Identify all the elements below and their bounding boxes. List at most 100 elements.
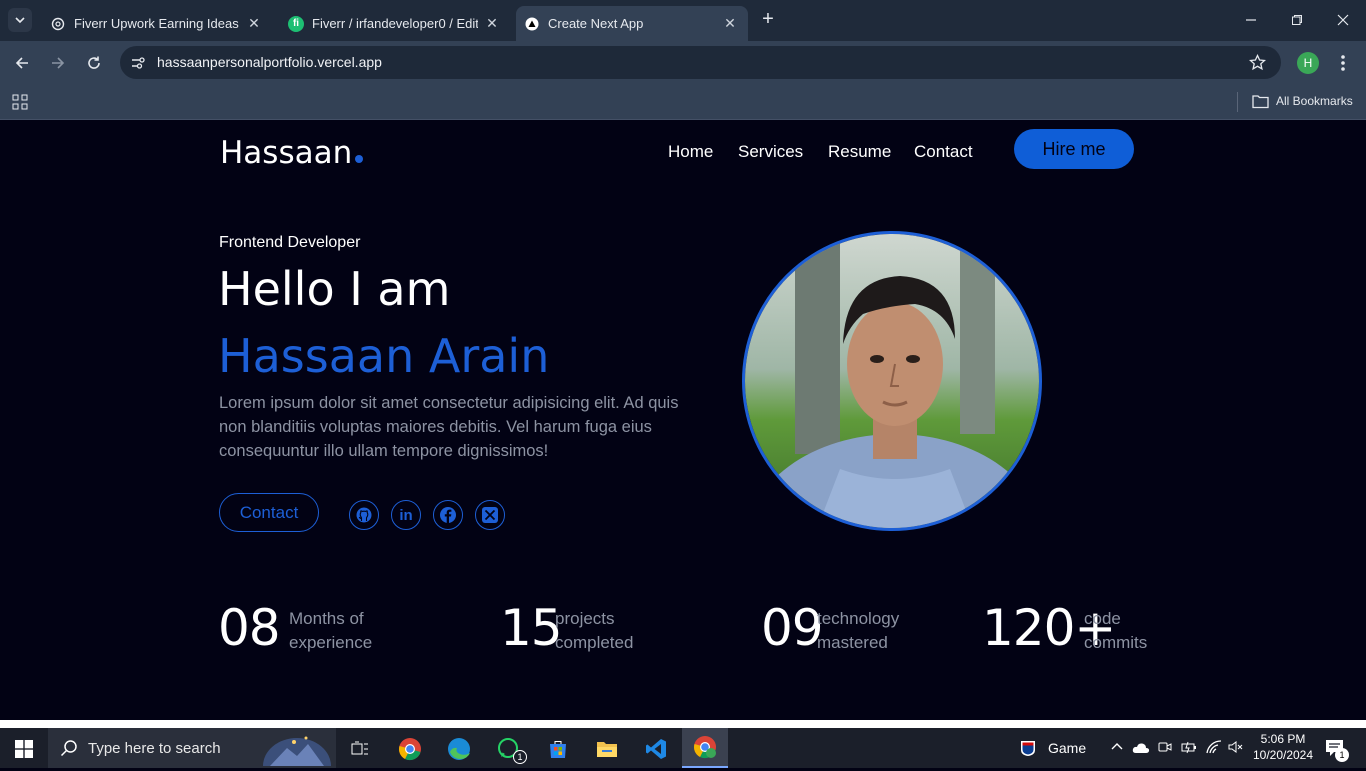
close-window-button[interactable] xyxy=(1320,0,1366,40)
stat-label-line: mastered xyxy=(817,633,888,652)
volume-muted-icon[interactable] xyxy=(1228,740,1244,759)
tab-title: Create Next App xyxy=(548,16,644,31)
nextjs-icon xyxy=(524,16,540,32)
tab-title: Fiverr / irfandeveloper0 / Edit G xyxy=(312,16,478,31)
x-icon xyxy=(482,507,498,523)
microsoft-store-icon xyxy=(550,741,566,758)
tab-chatgpt[interactable]: Fiverr Upwork Earning Ideas ✕ xyxy=(40,6,272,41)
nav-services-link[interactable]: Services xyxy=(738,142,803,162)
stat-experience-label: Months of experience xyxy=(289,607,409,655)
close-tab-icon[interactable]: ✕ xyxy=(246,15,262,31)
folder-icon xyxy=(597,742,617,757)
tab-search-button[interactable] xyxy=(8,8,32,32)
store-taskbar-button[interactable] xyxy=(538,732,578,766)
back-button[interactable] xyxy=(10,51,34,75)
github-link[interactable] xyxy=(349,500,379,530)
close-icon xyxy=(1337,14,1349,26)
all-bookmarks-link[interactable]: All Bookmarks xyxy=(1276,94,1353,108)
window-bottom-border xyxy=(0,720,1366,728)
menu-kebab-icon[interactable] xyxy=(1340,53,1346,73)
whatsapp-badge: 1 xyxy=(513,750,527,764)
reload-icon xyxy=(88,56,100,69)
stat-commits-label: code commits xyxy=(1084,607,1204,655)
greeting-heading: Hello I am xyxy=(218,262,451,316)
tab-fiverr[interactable]: fi Fiverr / irfandeveloper0 / Edit G ✕ xyxy=(278,6,510,41)
windows-logo-icon xyxy=(15,740,33,758)
task-view-icon xyxy=(351,741,368,755)
fiverr-icon: fi xyxy=(288,15,304,32)
profile-avatar[interactable]: H xyxy=(1297,52,1319,74)
stat-label-line: experience xyxy=(289,633,373,652)
whatsapp-taskbar-button[interactable]: 1 xyxy=(489,732,529,766)
bookmarks-divider xyxy=(1237,92,1238,112)
start-button[interactable] xyxy=(4,732,44,766)
taskbar-search-box[interactable]: Type here to search xyxy=(48,728,336,771)
wifi-icon[interactable] xyxy=(1206,740,1222,759)
site-logo[interactable]: Hassaan xyxy=(220,135,352,171)
search-placeholder: Type here to search xyxy=(88,739,221,757)
edge-taskbar-button[interactable] xyxy=(439,732,479,766)
minimize-button[interactable] xyxy=(1228,0,1274,40)
meet-now-icon[interactable] xyxy=(1158,740,1172,759)
windows-taskbar: Type here to search 1 Game 5:06 PM 10/20… xyxy=(0,728,1366,771)
stat-projects-number: 15 xyxy=(500,599,563,657)
reload-button[interactable] xyxy=(82,51,106,75)
restore-icon xyxy=(1292,15,1302,25)
restore-button[interactable] xyxy=(1274,0,1320,40)
hire-me-button[interactable]: Hire me xyxy=(1014,129,1134,169)
vscode-icon xyxy=(646,739,666,759)
stat-technology-label: technology mastered xyxy=(817,607,937,655)
stat-label-line: commits xyxy=(1084,633,1148,652)
vscode-taskbar-button[interactable] xyxy=(636,732,676,766)
stat-label-line: Months of xyxy=(289,609,364,628)
news-widget-label[interactable]: Game xyxy=(1048,740,1086,756)
onedrive-icon[interactable] xyxy=(1132,741,1150,759)
browser-toolbar: hassaanpersonalportfolio.vercel.app H xyxy=(0,41,1366,85)
bookmarks-bar: All Bookmarks xyxy=(0,85,1366,120)
chrome-taskbar-button[interactable] xyxy=(390,732,430,766)
logo-dot xyxy=(355,155,363,163)
nav-resume-link[interactable]: Resume xyxy=(828,142,891,162)
stat-label-line: projects xyxy=(555,609,615,628)
nav-home-link[interactable]: Home xyxy=(668,142,713,162)
minimize-icon xyxy=(1246,19,1256,21)
chevron-up-icon[interactable] xyxy=(1110,739,1124,758)
chrome-active-taskbar-button[interactable] xyxy=(682,728,728,768)
stat-projects-label: projects completed xyxy=(555,607,675,655)
portfolio-page: Hassaan Home Services Resume Contact Hir… xyxy=(0,121,1366,720)
apps-grid-icon[interactable] xyxy=(12,94,28,115)
browser-tab-bar: Fiverr Upwork Earning Ideas ✕ fi Fiverr … xyxy=(0,0,1366,41)
facebook-icon xyxy=(440,507,456,523)
battery-icon[interactable] xyxy=(1181,740,1197,759)
system-clock[interactable]: 5:06 PM 10/20/2024 xyxy=(1252,731,1314,763)
linkedin-link[interactable]: in xyxy=(391,500,421,530)
github-icon xyxy=(356,507,372,523)
new-tab-button[interactable]: + xyxy=(756,8,780,32)
forward-button[interactable] xyxy=(46,51,70,75)
stat-label-line: code xyxy=(1084,609,1121,628)
bookmark-star-icon[interactable] xyxy=(1248,53,1267,76)
clock-time: 5:06 PM xyxy=(1260,732,1306,746)
linkedin-icon: in xyxy=(399,506,413,524)
file-explorer-taskbar-button[interactable] xyxy=(587,732,627,766)
tab-create-next-app[interactable]: Create Next App ✕ xyxy=(516,6,748,41)
folder-icon xyxy=(1252,94,1269,114)
clock-date: 10/20/2024 xyxy=(1252,748,1314,762)
contact-button[interactable]: Contact xyxy=(219,493,319,532)
task-view-button[interactable] xyxy=(340,732,380,766)
stat-technology-number: 09 xyxy=(761,599,824,657)
name-heading: Hassaan Arain xyxy=(218,329,550,383)
profile-photo xyxy=(742,231,1042,531)
url-text: hassaanpersonalportfolio.vercel.app xyxy=(157,54,382,70)
chatgpt-icon xyxy=(50,16,66,32)
address-bar[interactable]: hassaanpersonalportfolio.vercel.app xyxy=(120,46,1281,79)
x-twitter-link[interactable] xyxy=(475,500,505,530)
close-tab-icon[interactable]: ✕ xyxy=(484,15,500,31)
site-info-icon[interactable] xyxy=(130,55,146,76)
role-text: Frontend Developer xyxy=(219,234,361,251)
facebook-link[interactable] xyxy=(433,500,463,530)
close-tab-icon[interactable]: ✕ xyxy=(722,15,738,31)
chrome-profile-icon xyxy=(694,736,716,759)
search-highlight-image xyxy=(262,730,332,771)
nav-contact-link[interactable]: Contact xyxy=(914,142,973,162)
